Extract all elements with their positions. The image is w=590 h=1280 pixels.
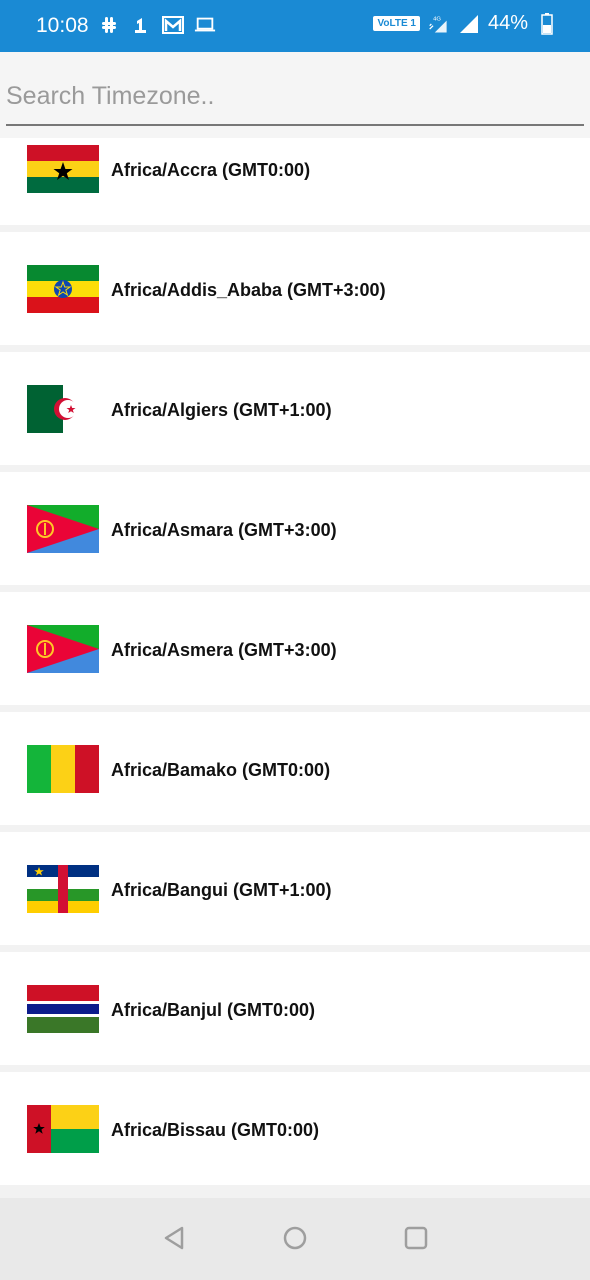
search-timezone-input[interactable] — [6, 68, 584, 126]
ghana-flag-icon — [27, 145, 99, 193]
home-icon[interactable] — [281, 1224, 309, 1252]
central-african-republic-flag-icon — [27, 865, 99, 913]
eritrea-flag-icon — [27, 625, 99, 673]
volte-badge: VoLTE 1 — [373, 16, 420, 31]
timezone-row[interactable]: Africa/Banjul (GMT0:00) — [0, 952, 590, 1065]
notification-icons — [98, 14, 216, 36]
navigation-bar — [0, 1198, 590, 1280]
sim-one-icon — [130, 14, 152, 36]
slack-icon — [98, 14, 120, 36]
timezone-label: Africa/Bamako (GMT0:00) — [111, 760, 331, 780]
signal-4g-icon: 4G — [428, 13, 450, 35]
timezone-row[interactable]: Africa/Accra (GMT0:00) — [0, 138, 590, 225]
search-area — [0, 52, 590, 138]
ethiopia-flag-icon — [27, 265, 99, 313]
timezone-row[interactable]: Africa/Asmara (GMT+3:00) — [0, 472, 590, 585]
timezone-row[interactable]: Africa/Addis_Ababa (GMT+3:00) — [0, 232, 590, 345]
timezone-row[interactable]: Africa/Asmera (GMT+3:00) — [0, 592, 590, 705]
svg-text:4G: 4G — [433, 16, 441, 22]
timezone-label: Africa/Asmera (GMT+3:00) — [111, 640, 337, 660]
gambia-flag-icon — [27, 985, 99, 1033]
system-status: VoLTE 1 4G 44% — [373, 12, 558, 35]
timezone-label: Africa/Bissau (GMT0:00) — [111, 1120, 320, 1140]
timezone-label: Africa/Algiers (GMT+1:00) — [111, 400, 332, 420]
timezone-row[interactable]: Africa/Bamako (GMT0:00) — [0, 712, 590, 825]
back-icon[interactable] — [160, 1224, 188, 1252]
timezone-label: Africa/Banjul (GMT0:00) — [111, 1000, 316, 1020]
timezone-list[interactable]: Africa/Accra (GMT0:00) Africa/Addis_Abab… — [0, 138, 590, 1198]
algeria-flag-icon — [27, 385, 99, 433]
timezone-label: Africa/Asmara (GMT+3:00) — [111, 520, 337, 540]
timezone-label: Africa/Bangui (GMT+1:00) — [111, 880, 332, 900]
battery-icon — [536, 12, 558, 35]
recent-apps-icon[interactable] — [402, 1224, 430, 1252]
mali-flag-icon — [27, 745, 99, 793]
timezone-label: Africa/Addis_Ababa (GMT+3:00) — [111, 280, 386, 300]
status-bar: 10:08 VoLTE 1 4G 44% — [0, 0, 590, 52]
eritrea-flag-icon — [27, 505, 99, 553]
signal-strength-icon — [458, 13, 480, 35]
guinea-bissau-flag-icon — [27, 1105, 99, 1153]
timezone-row[interactable]: Africa/Bangui (GMT+1:00) — [0, 832, 590, 945]
timezone-label: Africa/Accra (GMT0:00) — [111, 160, 311, 180]
laptop-icon — [194, 14, 216, 36]
timezone-row[interactable]: Africa/Bissau (GMT0:00) — [0, 1072, 590, 1185]
battery-percentage: 44% — [487, 12, 528, 34]
gmail-icon — [162, 14, 184, 36]
status-time: 10:08 — [36, 14, 89, 37]
timezone-row[interactable]: Africa/Algiers (GMT+1:00) — [0, 352, 590, 465]
